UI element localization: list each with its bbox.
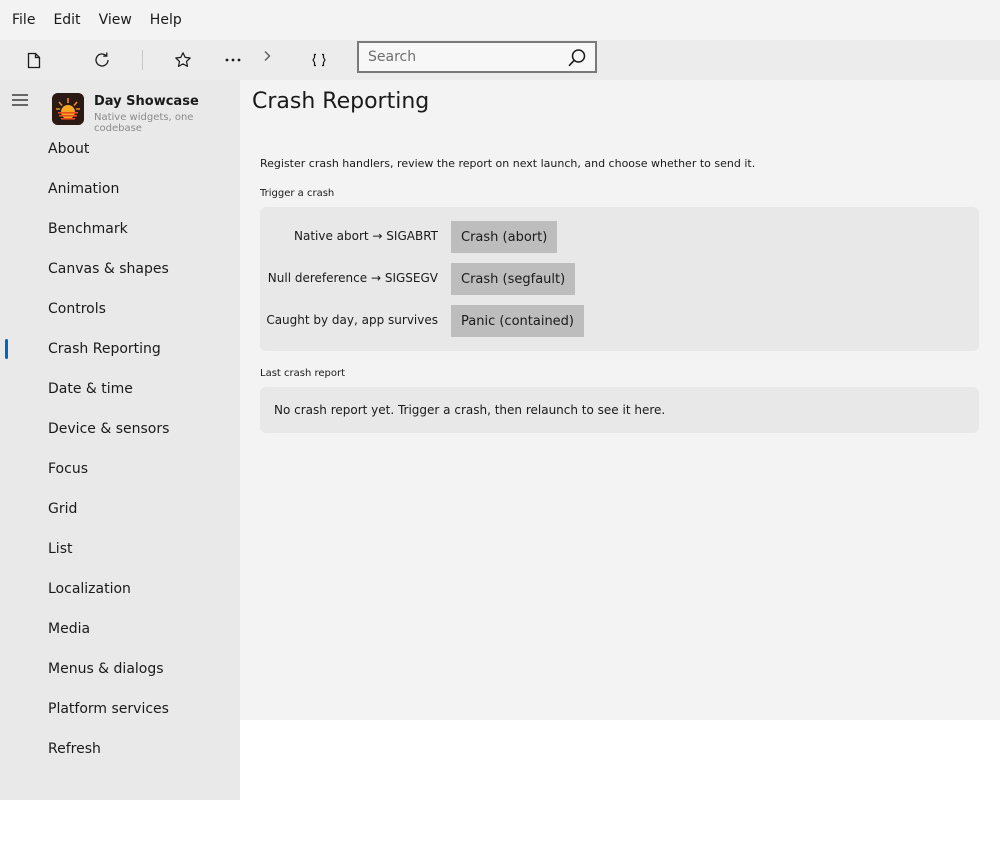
toolbar-separator xyxy=(142,50,143,70)
sidebar-item-label: Controls xyxy=(48,301,106,317)
sidebar-item-label: Menus & dialogs xyxy=(48,661,164,677)
more-icon[interactable] xyxy=(220,48,246,72)
crash-abort-button[interactable]: Crash (abort) xyxy=(451,221,558,253)
nav-list: About Animation Benchmark Canvas & shapes Co… xyxy=(0,129,240,769)
sidebar-item-label: Date & time xyxy=(48,381,133,397)
sidebar-item-label: Localization xyxy=(48,581,131,597)
sidebar-item-label: Crash Reporting xyxy=(48,341,161,357)
sidebar-item-label: Device & sensors xyxy=(48,421,170,437)
main-content: Crash Reporting Register crash handlers,… xyxy=(240,80,1000,720)
sidebar-item-list[interactable]: List xyxy=(0,529,240,569)
sidebar-item-label: About xyxy=(48,141,90,157)
page-description: Register crash handlers, review the repo… xyxy=(260,157,756,170)
sidebar-item-label: Platform services xyxy=(48,701,169,717)
new-file-icon[interactable] xyxy=(21,48,47,72)
sidebar-item-focus[interactable]: Focus xyxy=(0,449,240,489)
menu-edit[interactable]: Edit xyxy=(44,0,89,40)
app-logo-icon xyxy=(52,93,84,125)
search-icon[interactable] xyxy=(567,48,587,68)
sidebar-item-about[interactable]: About xyxy=(0,129,240,169)
app-window: File Edit View Help Search Day Showcase … xyxy=(0,0,1000,856)
sidebar-item-label: List xyxy=(48,541,73,557)
crash-report-card: No crash report yet. Trigger a crash, th… xyxy=(260,387,979,433)
crash-row-segfault: Null dereference → SIGSEGV Crash (segfau… xyxy=(260,263,979,295)
sidebar-item-device-sensors[interactable]: Device & sensors xyxy=(0,409,240,449)
crash-segfault-button[interactable]: Crash (segfault) xyxy=(451,263,576,295)
section-label-trigger: Trigger a crash xyxy=(260,188,335,199)
menu-bar: File Edit View Help xyxy=(0,0,1000,40)
sidebar-item-benchmark[interactable]: Benchmark xyxy=(0,209,240,249)
toolbar xyxy=(0,40,1000,80)
sidebar-item-menus-dialogs[interactable]: Menus & dialogs xyxy=(0,649,240,689)
refresh-icon[interactable] xyxy=(89,48,115,72)
selection-indicator xyxy=(5,339,8,359)
crash-row-label: Native abort → SIGABRT xyxy=(294,229,438,243)
chevron-right-icon[interactable] xyxy=(254,44,280,68)
app-title: Day Showcase xyxy=(94,94,199,109)
panic-contained-button[interactable]: Panic (contained) xyxy=(451,305,585,337)
section-label-report: Last crash report xyxy=(260,368,346,379)
sidebar-item-label: Grid xyxy=(48,501,78,517)
crash-row-panic: Caught by day, app survives Panic (conta… xyxy=(260,305,979,337)
sidebar-item-label: Benchmark xyxy=(48,221,128,237)
crash-report-text: No crash report yet. Trigger a crash, th… xyxy=(274,403,666,417)
sidebar-item-canvas-shapes[interactable]: Canvas & shapes xyxy=(0,249,240,289)
sidebar-item-label: Animation xyxy=(48,181,120,197)
crash-row-label: Caught by day, app survives xyxy=(266,313,438,327)
sidebar-item-platform-services[interactable]: Platform services xyxy=(0,689,240,729)
sidebar-item-grid[interactable]: Grid xyxy=(0,489,240,529)
sidebar-item-controls[interactable]: Controls xyxy=(0,289,240,329)
sidebar-item-label: Refresh xyxy=(48,741,101,757)
search-box xyxy=(357,41,597,73)
sidebar-item-label: Canvas & shapes xyxy=(48,261,169,277)
page-title: Crash Reporting xyxy=(252,89,430,114)
sidebar-item-label: Focus xyxy=(48,461,88,477)
menu-file[interactable]: File xyxy=(3,0,44,40)
sidebar-item-refresh[interactable]: Refresh xyxy=(0,729,240,769)
trigger-crash-card: Native abort → SIGABRT Crash (abort) Nul… xyxy=(260,207,979,351)
sidebar: Day Showcase Native widgets, one codebas… xyxy=(0,80,240,800)
sidebar-item-media[interactable]: Media xyxy=(0,609,240,649)
hamburger-menu-icon[interactable] xyxy=(11,92,29,106)
sidebar-item-date-time[interactable]: Date & time xyxy=(0,369,240,409)
sidebar-item-localization[interactable]: Localization xyxy=(0,569,240,609)
star-icon[interactable] xyxy=(170,48,196,72)
sidebar-item-animation[interactable]: Animation xyxy=(0,169,240,209)
menu-view[interactable]: View xyxy=(90,0,141,40)
sidebar-item-label: Media xyxy=(48,621,91,637)
braces-icon[interactable] xyxy=(306,48,332,72)
menu-help[interactable]: Help xyxy=(141,0,191,40)
crash-row-abort: Native abort → SIGABRT Crash (abort) xyxy=(260,221,979,253)
sidebar-item-crash-reporting[interactable]: Crash Reporting xyxy=(0,329,240,369)
crash-row-label: Null dereference → SIGSEGV xyxy=(267,271,438,285)
search-input[interactable] xyxy=(359,43,559,71)
